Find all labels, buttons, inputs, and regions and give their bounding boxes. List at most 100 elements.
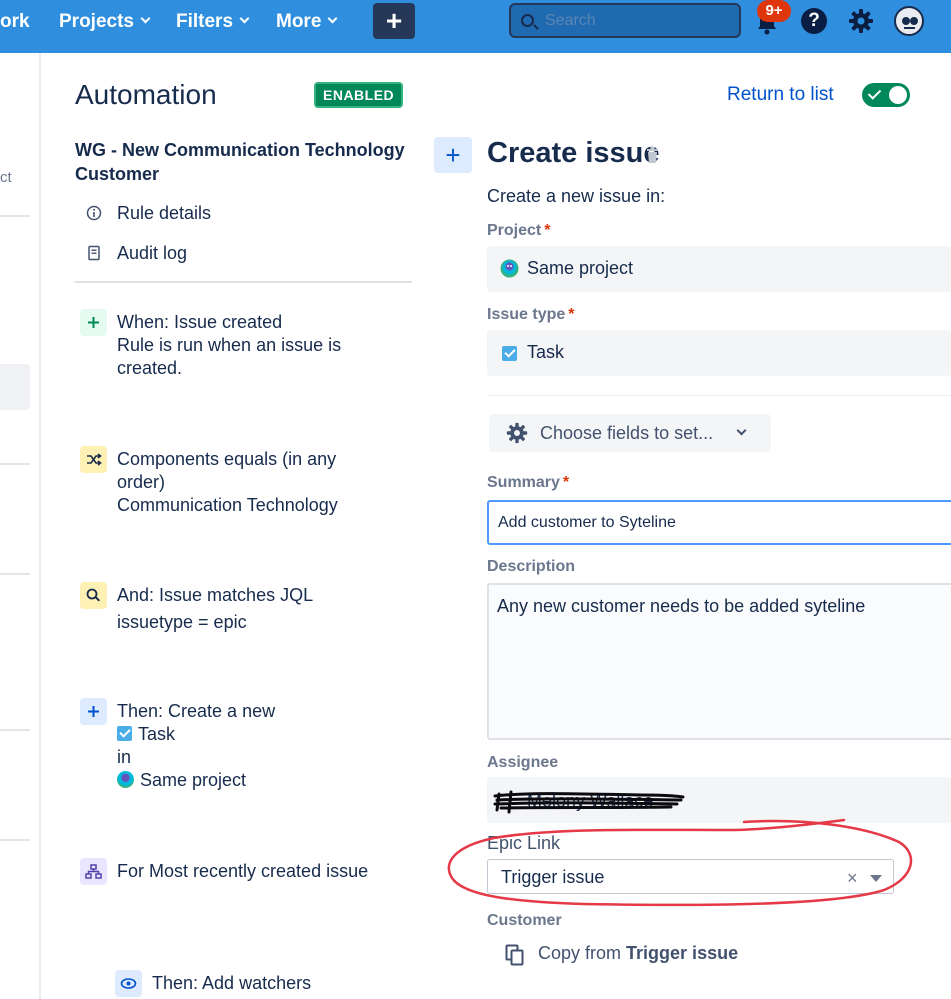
customer-field-label: Customer	[487, 912, 562, 929]
rule-step-title: Components equals (in any order)	[117, 449, 337, 492]
nav-item-label: More	[276, 11, 322, 32]
chevron-down-icon	[736, 425, 747, 436]
section-divider	[487, 395, 951, 396]
copy-prefix-text: Copy from	[538, 943, 622, 963]
nav-item-work-label: ork	[0, 11, 30, 32]
chevron-down-icon	[140, 13, 151, 24]
project-select[interactable]: Same project	[487, 246, 951, 292]
hierarchy-icon	[80, 858, 107, 885]
summary-input[interactable]	[487, 500, 951, 545]
choose-fields-button[interactable]: Choose fields to set...	[489, 414, 771, 452]
shuffle-icon	[80, 446, 107, 473]
nav-item-work[interactable]: ork	[0, 9, 30, 35]
project-sidebar-collapsed: ct	[0, 53, 41, 999]
rule-step-title: Then: Add watchers	[152, 973, 312, 993]
copy-from-label: Copy from Trigger issue	[538, 943, 738, 964]
check-icon	[867, 86, 882, 100]
issue-type-text: Task	[138, 724, 176, 744]
create-button[interactable]: +	[373, 3, 415, 39]
description-textarea[interactable]: Any new customer needs to be added sytel…	[487, 583, 951, 740]
avatar-eye	[910, 17, 918, 25]
action-title: Create issue	[487, 137, 660, 169]
document-icon	[88, 245, 100, 261]
required-marker: *	[568, 306, 575, 323]
nav-item-projects[interactable]: Projects	[59, 9, 151, 35]
rule-step-title: Then: Create a new	[117, 701, 276, 721]
required-marker: *	[544, 222, 551, 239]
avatar-eye	[902, 17, 910, 25]
task-checkbox-icon	[502, 346, 517, 361]
sidebar-divider	[0, 839, 30, 841]
rule-step-text: Then: Create a new Task in Same project	[117, 700, 377, 792]
top-navigation: ork Projects Filters More + 9+ ?	[0, 0, 951, 53]
required-marker: *	[562, 474, 570, 491]
nav-item-more[interactable]: More	[276, 9, 338, 35]
settings-gear-icon[interactable]	[848, 8, 874, 34]
issue-type-field-label: Issue type *	[487, 306, 575, 324]
annotation-red-circle	[447, 818, 913, 907]
project-label-text: Project	[487, 222, 542, 239]
choose-fields-label: Choose fields to set...	[540, 423, 714, 443]
avatar-mouth	[904, 27, 915, 29]
rule-step-title: And: Issue matches JQL	[117, 585, 314, 605]
nav-item-label: Projects	[59, 11, 134, 32]
info-icon	[86, 205, 102, 221]
search-box[interactable]	[509, 3, 741, 38]
sidebar-selected-item[interactable]	[0, 364, 30, 410]
rule-name: WG - New Communication Technology Custom…	[75, 140, 405, 184]
nav-item-label: Filters	[176, 11, 234, 32]
add-component-button[interactable]: +	[434, 137, 472, 173]
rule-step-text: For Most recently created issue	[117, 860, 377, 883]
user-avatar[interactable]	[894, 6, 924, 36]
rule-step-text: Then: Add watchers	[152, 972, 412, 995]
task-checkbox-icon	[117, 726, 132, 741]
project-avatar-icon	[500, 259, 519, 278]
sidebar-divider	[0, 215, 30, 217]
rule-step-text: When: Issue created Rule is run when an …	[117, 311, 377, 380]
copy-icon	[505, 944, 524, 966]
toggle-knob	[889, 86, 907, 104]
rule-step-text: And: Issue matches JQL issuetype = epic	[117, 584, 377, 634]
rule-step-detail: Communication Technology	[117, 495, 338, 515]
page-title: Automation	[75, 79, 217, 110]
search-icon	[521, 14, 534, 27]
chevron-down-icon	[327, 13, 338, 24]
summary-field-label: Summary *	[487, 474, 569, 492]
gear-icon	[506, 422, 528, 444]
plus-icon	[80, 309, 107, 336]
sidebar-divider	[75, 281, 412, 283]
status-badge: ENABLED	[314, 82, 404, 108]
sidebar-fragment-text: ct	[0, 169, 12, 186]
issue-type-select[interactable]: Task	[487, 330, 951, 376]
nav-item-filters[interactable]: Filters	[176, 9, 250, 35]
assignee-field-label: Assignee	[487, 754, 559, 771]
summary-label-text: Summary	[487, 474, 560, 491]
sidebar-divider	[0, 573, 30, 575]
copy-source-text: Trigger issue	[626, 943, 739, 963]
project-avatar-icon	[117, 771, 134, 788]
eye-icon	[115, 970, 142, 997]
sidebar-divider	[0, 729, 30, 731]
issue-type-label-text: Issue type	[487, 306, 566, 323]
project-value: Same project	[527, 258, 634, 278]
search-input[interactable]	[545, 9, 735, 33]
project-text: Same project	[140, 770, 247, 790]
rule-step-issue-type: Task	[117, 723, 377, 746]
return-to-list-link[interactable]: Return to list	[727, 84, 834, 106]
issue-type-value: Task	[527, 342, 565, 362]
action-subtitle: Create a new issue in:	[487, 186, 666, 206]
trash-icon[interactable]	[646, 147, 659, 163]
project-field-label: Project *	[487, 222, 550, 240]
rule-step-detail: issuetype = epic	[117, 612, 247, 632]
sidebar-divider	[0, 463, 30, 465]
notification-badge: 9+	[757, 0, 791, 22]
chevron-down-icon	[239, 13, 250, 24]
help-icon[interactable]: ?	[801, 8, 827, 34]
rule-step-detail: Rule is run when an issue is created.	[117, 335, 342, 378]
rule-details-label: Rule details	[117, 203, 212, 223]
search-icon	[80, 582, 107, 609]
rule-step-connector: in	[117, 747, 132, 767]
description-field-label: Description	[487, 558, 576, 575]
audit-log-label: Audit log	[117, 243, 188, 263]
rule-enabled-toggle[interactable]	[862, 83, 910, 107]
